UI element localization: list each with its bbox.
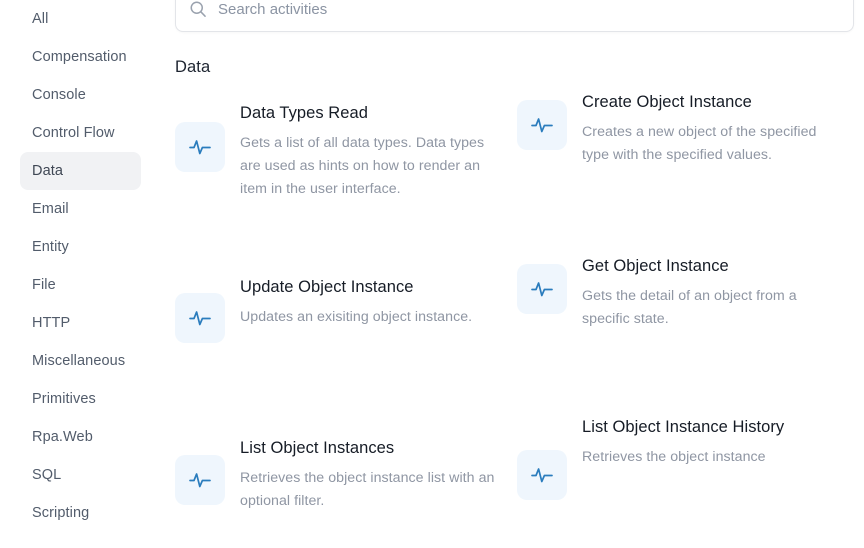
sidebar-item-label: Entity [32,239,69,255]
sidebar-item-console[interactable]: Console [20,76,141,114]
section-title: Data [175,58,211,76]
sidebar-item-label: Rpa.Web [32,429,93,445]
activity-card-title: Get Object Instance [582,257,729,275]
sidebar-item-label: Console [32,87,86,103]
activity-card-body: Create Object Instance Creates a new obj… [582,88,847,167]
activity-pulse-icon [175,455,225,505]
activity-card-body: List Object Instance History Retrieves t… [582,413,847,469]
activity-card-description: Creates a new object of the specified ty… [582,124,817,163]
activity-pulse-icon [517,264,567,314]
sidebar-item-primitives[interactable]: Primitives [20,380,141,418]
activity-card-body: Update Object Instance Updates an exisit… [240,273,505,329]
sidebar-item-label: Email [32,201,69,217]
sidebar-item-email[interactable]: Email [20,190,141,228]
search-icon [190,1,206,17]
sidebar-item-all[interactable]: All [20,0,141,38]
activity-card-title: Create Object Instance [582,93,752,111]
sidebar-item-label: Miscellaneous [32,353,126,369]
activity-card-body: Get Object Instance Gets the detail of a… [582,252,847,331]
sidebar-item-sql[interactable]: SQL [20,456,141,494]
activity-card-title: Data Types Read [240,104,368,122]
sidebar-item-rpa-web[interactable]: Rpa.Web [20,418,141,456]
sidebar-item-label: Control Flow [32,125,115,141]
activity-card-title: List Object Instances [240,439,395,457]
sidebar-item-http[interactable]: HTTP [20,304,141,342]
activity-card[interactable]: Data Types Read Gets a list of all data … [175,99,505,201]
activity-card-description: Gets the detail of an object from a spec… [582,288,797,327]
sidebar-item-label: Primitives [32,391,96,407]
activity-card[interactable]: Create Object Instance Creates a new obj… [517,88,847,167]
activity-card-title: List Object Instance History [582,418,785,436]
sidebar-item-label: All [32,11,49,27]
sidebar-item-data[interactable]: Data [20,152,141,190]
activity-card-description: Retrieves the object instance list with … [240,470,495,509]
activity-card-title: Update Object Instance [240,278,414,296]
category-sidebar: All Compensation Console Control Flow Da… [0,0,165,548]
sidebar-item-control-flow[interactable]: Control Flow [20,114,141,152]
search-bar[interactable] [175,0,854,32]
activity-card-description: Updates an exisiting object instance. [240,309,473,325]
activity-pulse-icon [517,100,567,150]
activity-pulse-icon [175,122,225,172]
activity-card-description: Retrieves the object instance [582,449,766,465]
activity-card[interactable]: Get Object Instance Gets the detail of a… [517,252,847,331]
activity-card-description: Gets a list of all data types. Data type… [240,135,485,197]
activity-card[interactable]: Update Object Instance Updates an exisit… [175,273,505,343]
sidebar-item-file[interactable]: File [20,266,141,304]
activity-card-body: Data Types Read Gets a list of all data … [240,99,505,201]
sidebar-item-label: SQL [32,467,62,483]
activities-results: Data Data Types Read Gets a list of all … [175,40,864,548]
activity-card-body: List Object Instances Retrieves the obje… [240,434,505,513]
activity-pulse-icon [517,450,567,500]
sidebar-item-label: File [32,277,56,293]
sidebar-item-entity[interactable]: Entity [20,228,141,266]
sidebar-item-compensation[interactable]: Compensation [20,38,141,76]
sidebar-item-scripting[interactable]: Scripting [20,494,141,532]
sidebar-item-label: Scripting [32,505,90,521]
activities-picker-panel: All Compensation Console Control Flow Da… [0,0,864,548]
activity-card[interactable]: List Object Instances Retrieves the obje… [175,434,505,513]
sidebar-item-miscellaneous[interactable]: Miscellaneous [20,342,141,380]
sidebar-item-label: Data [32,163,64,179]
activity-pulse-icon [175,293,225,343]
activity-card[interactable]: List Object Instance History Retrieves t… [517,413,847,500]
sidebar-item-label: Compensation [32,49,127,65]
search-input[interactable] [218,0,853,21]
sidebar-item-label: HTTP [32,315,71,331]
